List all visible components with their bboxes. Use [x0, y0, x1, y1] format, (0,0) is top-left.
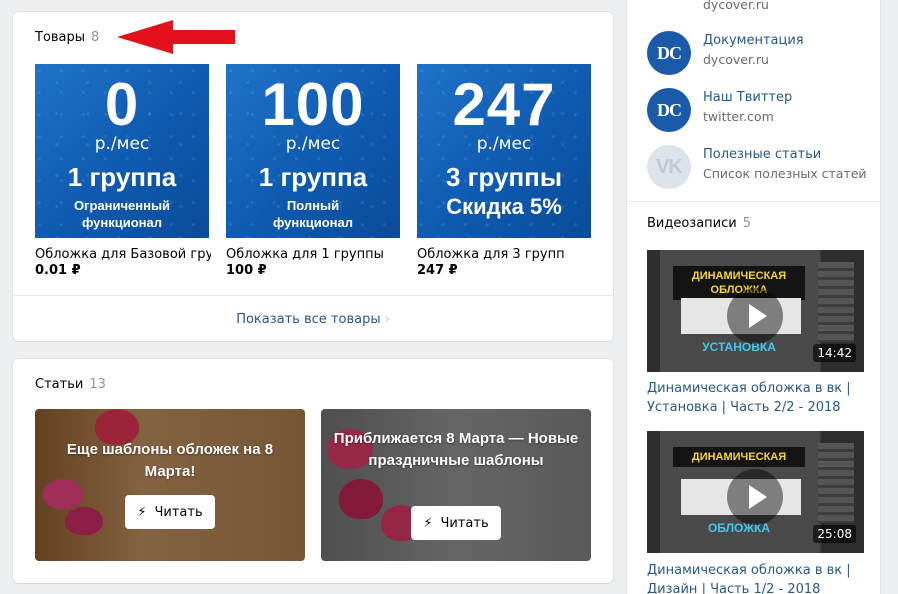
vk-logo-icon[interactable]: VK	[647, 145, 691, 189]
show-all-label: Показать все товары	[236, 312, 381, 327]
thumbnail-footer: ОБЛОЖКА	[707, 521, 771, 535]
product-period: р./мес	[285, 134, 341, 154]
article-card[interactable]: Еще шаблоны обложек на 8 Марта! ⚡ Читать	[35, 409, 305, 561]
link-subtitle: dycover.ru	[703, 0, 769, 12]
sidebar: dycover.ru DC Документация dycover.ru DC…	[627, 0, 880, 594]
products-block: Товары 8 0 р./мес 1 группа Ограниченный ф…	[13, 12, 613, 341]
thumbnail-caption: ДИНАМИЧЕСКАЯ	[673, 447, 805, 467]
play-icon[interactable]	[727, 288, 783, 344]
link-item-docs[interactable]: DC Документация dycover.ru	[647, 31, 877, 75]
product-subtitle: Скидка 5%	[446, 194, 562, 219]
videos-header[interactable]: Видеозаписи 5	[647, 216, 751, 231]
product-groups: 3 группы	[445, 162, 563, 192]
products-title[interactable]: Товары	[35, 30, 85, 45]
article-title: Еще шаблоны обложек на 8 Марта!	[66, 441, 274, 480]
product-name[interactable]: Обложка для Базовой гру...	[35, 247, 211, 262]
product-groups: 1 группа	[67, 162, 177, 192]
products-divider	[13, 295, 613, 296]
product-period: р./мес	[476, 134, 532, 154]
play-icon[interactable]	[727, 469, 783, 525]
lightning-icon: ⚡	[423, 515, 433, 531]
articles-header[interactable]: Статьи 13	[35, 377, 106, 392]
link-subtitle: dycover.ru	[703, 52, 769, 67]
read-button[interactable]: ⚡ Читать	[411, 506, 501, 540]
link-item-twitter[interactable]: DC Наш Твиттер twitter.com	[647, 88, 877, 132]
product-price: 0.01 ₽	[35, 263, 81, 278]
video-duration: 25:08	[813, 525, 856, 543]
video-thumbnail[interactable]: ДИНАМИЧЕСКАЯ ОБЛОЖКА УСТАНОВКА 14:42	[647, 250, 864, 372]
product-name[interactable]: Обложка для 3 групп	[417, 247, 593, 262]
red-arrow-icon	[117, 20, 235, 54]
chevron-right-icon: ›	[384, 312, 390, 327]
product-subtitle: Полный функционал	[272, 198, 354, 230]
videos-count: 5	[742, 216, 752, 231]
product-price: 247 ₽	[417, 263, 458, 278]
articles-title[interactable]: Статьи	[35, 377, 83, 392]
product-price: 100 ₽	[226, 263, 267, 278]
product-name[interactable]: Обложка для 1 группы	[226, 247, 402, 262]
article-title: Приближается 8 Марта — Новые праздничные…	[333, 430, 579, 469]
link-title[interactable]: Полезные статьи	[703, 147, 821, 162]
articles-block: Статьи 13 Еще шаблоны обложек на 8 Марта!…	[13, 359, 613, 583]
link-subtitle: twitter.com	[703, 109, 774, 124]
lightning-icon: ⚡	[137, 504, 147, 520]
video-title-link[interactable]: Динамическая обложка в вк | Дизайн | Час…	[647, 561, 872, 594]
product-period: р./мес	[94, 134, 150, 154]
link-title[interactable]: Наш Твиттер	[703, 90, 792, 105]
thumbnail-footer: УСТАНОВКА	[702, 340, 776, 354]
product-price-big: 247	[452, 71, 556, 138]
video-title-link[interactable]: Динамическая обложка в вк | Установка | …	[647, 379, 872, 417]
link-item-articles[interactable]: VK Полезные статьи Список полезных стате…	[647, 145, 877, 189]
dycover-logo-icon[interactable]: DC	[647, 31, 691, 75]
products-header[interactable]: Товары 8	[35, 30, 99, 45]
video-duration: 14:42	[813, 344, 856, 362]
video-thumbnail[interactable]: ДИНАМИЧЕСКАЯ ОБЛОЖКА 25:08	[647, 431, 864, 553]
product-price-big: 100	[261, 71, 365, 138]
product-tile-basic[interactable]: 0 р./мес 1 группа Ограниченный функциона…	[35, 64, 209, 238]
link-subtitle: Список полезных статей	[703, 166, 867, 181]
read-button[interactable]: ⚡ Читать	[125, 495, 215, 529]
sidebar-divider	[627, 201, 880, 202]
articles-count: 13	[89, 377, 106, 392]
show-all-products-link[interactable]: Показать все товары ›	[13, 312, 613, 327]
link-title[interactable]: Документация	[703, 33, 804, 48]
products-count: 8	[91, 30, 100, 45]
read-label: Читать	[440, 515, 489, 531]
article-card[interactable]: Приближается 8 Марта — Новые праздничные…	[321, 409, 591, 561]
dycover-logo-icon[interactable]: DC	[647, 88, 691, 132]
product-groups: 1 группа	[258, 162, 368, 192]
product-tile-1-group[interactable]: 100 р./мес 1 группа Полный функционал	[226, 64, 400, 238]
videos-title[interactable]: Видеозаписи	[647, 216, 737, 231]
product-subtitle: Ограниченный функционал	[73, 198, 171, 230]
product-price-big: 0	[104, 71, 140, 138]
read-label: Читать	[154, 504, 203, 520]
product-tile-3-groups[interactable]: 247 р./мес 3 группы Скидка 5%	[417, 64, 591, 238]
